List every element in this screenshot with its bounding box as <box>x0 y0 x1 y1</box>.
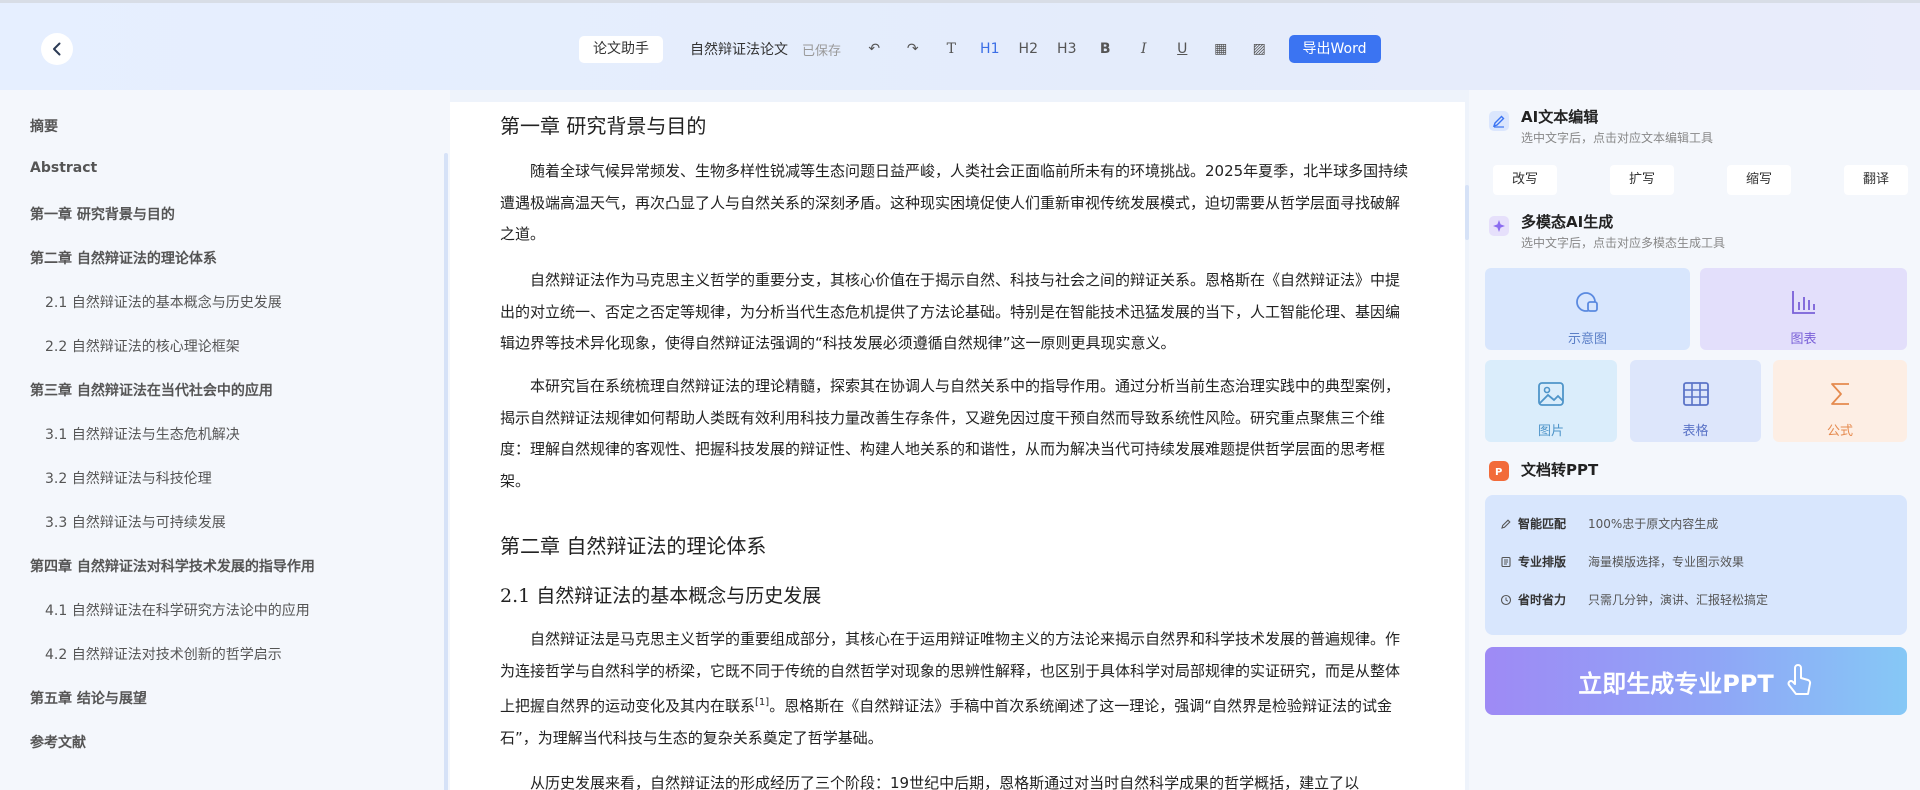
expand-button[interactable]: 扩写 <box>1610 165 1674 195</box>
feature-row: 省时省力 只需几分钟，演讲、汇报轻松搞定 <box>1500 591 1768 608</box>
svg-text:P: P <box>1495 467 1502 478</box>
toc-item[interactable]: 3.1 自然辩证法与生态危机解决 <box>45 424 240 444</box>
paragraph: 从历史发展来看，自然辩证法的形成经历了三个阶段：19世纪中后期，恩格斯通过对当时… <box>530 774 1360 790</box>
undo-button[interactable]: ↶ <box>855 41 894 57</box>
paragraph: 本研究旨在系统梳理自然辩证法的理论精髓，探索其在协调人与自然关系中的指导作用。通… <box>500 377 1401 490</box>
toc-item[interactable]: 3.3 自然辩证法与可持续发展 <box>45 512 226 532</box>
generate-ppt-label: 立即生成专业PPT <box>1578 669 1774 698</box>
pencil-icon <box>1501 518 1511 529</box>
top-toolbar: 论文助手 自然辩证法论文 已保存 ↶ ↷ T H1 H2 H3 B I U ▦ ▨ 导出Word <box>0 0 1920 90</box>
ppt-features-box: 智能匹配 100%忠于原文内容生成 专业排版 海量模版选择，专业图示效果 省时省… <box>1485 495 1907 635</box>
toc-item[interactable]: 参考文献 <box>30 732 86 752</box>
layout-icon <box>1501 556 1511 567</box>
back-button[interactable] <box>41 33 73 65</box>
table-button[interactable]: ▦ <box>1202 41 1241 57</box>
toc-item[interactable]: Abstract <box>30 160 97 176</box>
diagram-tile[interactable]: 示意图 <box>1485 268 1690 350</box>
image-icon <box>1538 382 1564 406</box>
clock-icon <box>1500 594 1512 605</box>
diagram-icon <box>1575 292 1598 312</box>
citation-ref[interactable]: [1] <box>755 697 769 708</box>
h2-button[interactable]: H2 <box>1009 41 1048 57</box>
toc-item[interactable]: 第五章 结论与展望 <box>30 688 147 708</box>
bar-chart-icon <box>1791 291 1815 314</box>
toc-item[interactable]: 2.1 自然辩证法的基本概念与历史发展 <box>45 292 282 312</box>
chapter1-heading: 第一章 研究背景与目的 <box>500 114 707 138</box>
text-button[interactable]: T <box>932 41 971 57</box>
generate-ppt-button[interactable]: 立即生成专业PPT <box>1485 647 1907 715</box>
paragraph: 自然辩证法是马克思主义哲学的重要组成部分，其核心在于运用辩证唯物主义的方法论来揭… <box>500 630 1401 747</box>
toc-item[interactable]: 4.2 自然辩证法对技术创新的哲学启示 <box>45 644 282 664</box>
table-tile[interactable]: 表格 <box>1630 360 1761 442</box>
chart-tile[interactable]: 图表 <box>1700 268 1907 350</box>
doc-to-ppt-section: P 文档转PPT <box>1489 459 1598 481</box>
multimodal-section: 多模态AI生成 选中文字后，点击对应多模态生成工具 <box>1489 211 1725 253</box>
underline-button[interactable]: U <box>1163 41 1202 57</box>
ppt-icon: P <box>1489 461 1509 481</box>
document-title[interactable]: 自然辩证法论文 <box>690 39 788 59</box>
feature-row: 智能匹配 100%忠于原文内容生成 <box>1500 515 1718 532</box>
sigma-icon <box>1831 383 1849 405</box>
ai-edit-section: AI文本编辑 选中文字后，点击对应文本编辑工具 <box>1489 106 1713 148</box>
bold-button[interactable]: B <box>1086 41 1125 57</box>
toc-item[interactable]: 4.1 自然辩证法在科学研究方法论中的应用 <box>45 600 310 620</box>
editor-toolbar: 论文助手 自然辩证法论文 已保存 ↶ ↷ T H1 H2 H3 B I U ▦ ▨ 导出Word <box>579 35 1381 63</box>
ai-tools-panel: AI文本编辑 选中文字后，点击对应文本编辑工具 改写 扩写 缩写 翻译 多模态A… <box>1469 90 1920 790</box>
ai-edit-subtitle: 选中文字后，点击对应文本编辑工具 <box>1521 131 1714 145</box>
chevron-left-icon <box>53 42 61 56</box>
assistant-tab[interactable]: 论文助手 <box>579 35 663 63</box>
multimodal-title: 多模态AI生成 <box>1521 213 1614 231</box>
table-label: 表格 <box>1682 424 1709 439</box>
section-2-1-heading: 2.1 自然辩证法的基本概念与历史发展 <box>500 585 822 607</box>
sidebar-scrollbar[interactable] <box>444 153 448 790</box>
rewrite-button[interactable]: 改写 <box>1493 165 1557 195</box>
formula-label: 公式 <box>1826 424 1853 439</box>
sparkle-icon <box>1489 216 1509 236</box>
chapter2-heading: 第二章 自然辩证法的理论体系 <box>500 534 767 558</box>
ai-edit-title: AI文本编辑 <box>1521 108 1599 126</box>
toc-item[interactable]: 摘要 <box>30 116 58 136</box>
paragraph: 自然辩证法作为马克思主义哲学的重要分支，其核心价值在于揭示自然、科技与社会之间的… <box>500 271 1401 352</box>
h3-button[interactable]: H3 <box>1048 41 1087 57</box>
export-word-button[interactable]: 导出Word <box>1288 35 1381 63</box>
paragraph: 随着全球气候异常频发、生物多样性锐减等生态问题日益严峻，人类社会正面临前所未有的… <box>500 162 1409 243</box>
toc-item[interactable]: 第二章 自然辩证法的理论体系 <box>30 248 217 268</box>
toc-item[interactable]: 第三章 自然辩证法在当代社会中的应用 <box>30 380 273 400</box>
formula-tile[interactable]: 公式 <box>1773 360 1907 442</box>
toc-item[interactable]: 3.2 自然辩证法与科技伦理 <box>45 468 212 488</box>
condense-button[interactable]: 缩写 <box>1727 165 1791 195</box>
image-button[interactable]: ▨ <box>1240 41 1279 57</box>
diagram-label: 示意图 <box>1567 332 1607 347</box>
table-icon <box>1682 382 1709 406</box>
pen-icon <box>1489 111 1509 131</box>
image-tile[interactable]: 图片 <box>1485 360 1617 442</box>
translate-button[interactable]: 翻译 <box>1844 165 1908 195</box>
outline-sidebar: 摘要 Abstract 第一章 研究背景与目的第二章 自然辩证法的理论体系 2.1 自… <box>0 90 450 790</box>
ppt-title: 文档转PPT <box>1521 461 1599 479</box>
toc-item[interactable]: 第一章 研究背景与目的 <box>30 204 175 224</box>
redo-button[interactable]: ↷ <box>894 41 933 57</box>
feature-row: 专业排版 海量模版选择，专业图示效果 <box>1500 553 1744 570</box>
multimodal-subtitle: 选中文字后，点击对应多模态生成工具 <box>1521 236 1726 250</box>
document-canvas[interactable]: 第一章 研究背景与目的 随着全球气候异常频发、生物多样性锐减等生态问题日益严峻，… <box>450 102 1465 790</box>
h1-button[interactable]: H1 <box>971 41 1010 57</box>
toc-item[interactable]: 2.2 自然辩证法的核心理论框架 <box>45 336 240 356</box>
chart-label: 图表 <box>1790 332 1817 347</box>
pointer-hand-icon <box>1787 664 1811 695</box>
italic-button[interactable]: I <box>1125 41 1164 57</box>
toc-item[interactable]: 第四章 自然辩证法对科学技术发展的指导作用 <box>30 556 315 576</box>
edit-buttons: 改写 扩写 缩写 翻译 <box>1493 165 1908 195</box>
save-status: 已保存 <box>802 43 842 59</box>
format-tools: ↶ ↷ T H1 H2 H3 B I U ▦ ▨ <box>855 41 1279 57</box>
image-label: 图片 <box>1537 424 1564 439</box>
